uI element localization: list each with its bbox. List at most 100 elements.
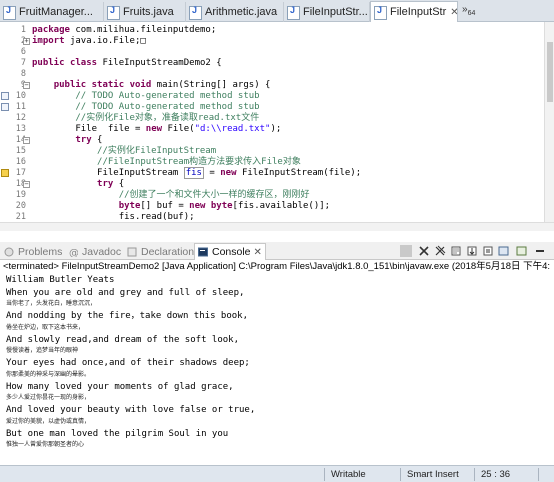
console-icon	[198, 247, 208, 257]
collapse-fold-icon[interactable]: −	[23, 82, 30, 89]
display-console-icon[interactable]	[498, 245, 510, 257]
code-line[interactable]: 8	[0, 69, 554, 80]
code-text: try {	[32, 179, 124, 190]
open-console-icon[interactable]	[516, 245, 528, 257]
code-line[interactable]: 14− try {	[0, 135, 554, 146]
code-token: {	[97, 135, 103, 145]
console-line: How many loved your moments of glad grac…	[6, 381, 234, 392]
line-number: 20	[15, 201, 26, 211]
editor-tab-fruits[interactable]: Fruits.java	[104, 2, 186, 22]
code-editor[interactable]: 1 package com.milihua.fileinputdemo;2+imp…	[0, 22, 554, 222]
editor-tab-arithmetic[interactable]: Arithmetic.java	[186, 2, 284, 22]
expand-fold-icon[interactable]: +	[23, 38, 30, 45]
code-token: import	[32, 36, 70, 46]
remove-all-terminated-icon[interactable]	[434, 245, 446, 257]
code-token: class	[69, 58, 103, 68]
tabs-overflow-button[interactable]: »64	[462, 4, 475, 17]
code-line[interactable]: 18− try {	[0, 179, 554, 190]
code-line[interactable]: 15 //实例化FileInputStream	[0, 146, 554, 157]
code-token: //实例化FileInputStream	[97, 146, 217, 156]
line-number: 10	[15, 91, 26, 101]
close-icon[interactable]: ✕	[450, 7, 457, 18]
minimize-icon[interactable]	[534, 245, 546, 257]
code-text: //实例化FileInputStream	[32, 146, 216, 157]
views-tab-bar: Problems @ Javadoc Declaration Console ✕	[0, 242, 554, 260]
scroll-lock-icon[interactable]	[466, 245, 478, 257]
editor-vertical-scrollbar[interactable]	[544, 22, 554, 222]
code-token: //创建了一个和文件大小一样的缓存区，刚刚好	[118, 190, 310, 200]
console-header: <terminated> FileInputStreamDemo2 [Java …	[3, 261, 551, 272]
code-token: FileInputStreamDemo2 {	[102, 58, 222, 68]
code-line[interactable]: 11 // TODO Auto-generated method stub	[0, 102, 554, 113]
code-token: void	[129, 80, 157, 90]
scrollbar-thumb[interactable]	[547, 42, 553, 102]
code-token: byte	[118, 201, 141, 211]
code-token: new	[145, 124, 168, 134]
code-line[interactable]: 16 //FileInputStream构造方法要求传入File对象	[0, 157, 554, 168]
declaration-icon	[127, 247, 137, 256]
editor-tab-fileinputstream-1[interactable]: FileInputStr...	[284, 2, 370, 22]
code-token: byte	[210, 201, 233, 211]
code-line[interactable]: 6	[0, 47, 554, 58]
console-output[interactable]: William Butler Yeats When you are old and…	[0, 273, 554, 465]
java-file-icon	[287, 5, 300, 20]
code-line[interactable]: 17 FileInputStream fis = new FileInputSt…	[0, 167, 554, 179]
line-number: 13	[15, 124, 26, 134]
pin-console-icon[interactable]	[482, 245, 494, 257]
code-token: static	[91, 80, 130, 90]
collapse-fold-icon[interactable]: −	[23, 137, 30, 144]
editor-tab-label: Arithmetic.java	[205, 6, 278, 18]
code-line[interactable]: 21 fis.read(buf);	[0, 212, 554, 222]
console-line: When you are old and grey and full of sl…	[6, 287, 245, 298]
editor-tab-fileinputstream-active[interactable]: FileInputStr ✕	[370, 1, 458, 22]
code-text: import java.io.File;□	[32, 36, 146, 47]
editor-horizontal-scrollbar[interactable]	[0, 222, 554, 231]
code-token: "d:\\read.txt"	[194, 124, 271, 134]
code-text: public static void main(String[] args) {	[32, 80, 271, 91]
code-text: File file = new File("d:\\read.txt");	[32, 124, 281, 135]
java-file-icon	[189, 5, 202, 20]
terminate-icon[interactable]	[400, 245, 412, 257]
code-line[interactable]: 13 File file = new File("d:\\read.txt");	[0, 124, 554, 135]
tab-console[interactable]: Console ✕	[194, 243, 266, 260]
code-line[interactable]: 19 //创建了一个和文件大小一样的缓存区，刚刚好	[0, 190, 554, 201]
code-line[interactable]: 9− public static void main(String[] args…	[0, 80, 554, 91]
tab-declaration[interactable]: Declaration	[127, 243, 194, 260]
remove-launch-icon[interactable]	[418, 245, 430, 257]
code-line[interactable]: 7 public class FileInputStreamDemo2 {	[0, 58, 554, 69]
code-token: File(	[167, 124, 195, 134]
code-line[interactable]: 10 // TODO Auto-generated method stub	[0, 91, 554, 102]
code-line[interactable]: 12 //实例化File对象，准备读取read.txt文件	[0, 113, 554, 124]
code-token: new	[220, 168, 242, 178]
code-text: fis.read(buf);	[32, 212, 195, 222]
console-line: William Butler Yeats	[6, 275, 115, 285]
code-token: java.io.File;	[69, 36, 141, 46]
clear-console-icon[interactable]	[450, 245, 462, 257]
line-number: 21	[15, 212, 26, 222]
editor-tab-fruitmanager[interactable]: FruitManager...	[0, 2, 104, 22]
code-text: try {	[32, 135, 102, 146]
line-number: 6	[20, 47, 26, 57]
code-token: //FileInputStream构造方法要求传入File对象	[97, 157, 301, 167]
status-extra	[538, 468, 554, 481]
javadoc-icon: @	[69, 248, 78, 257]
status-insert-mode: Smart Insert	[400, 468, 474, 481]
close-icon[interactable]: ✕	[254, 247, 262, 258]
code-line[interactable]: 2+import java.io.File;□	[0, 36, 554, 47]
code-line[interactable]: 20 byte[] buf = new byte[fis.available()…	[0, 201, 554, 212]
code-text: //实例化File对象，准备读取read.txt文件	[32, 113, 259, 124]
tab-problems[interactable]: Problems	[4, 243, 62, 260]
tab-javadoc[interactable]: @ Javadoc	[68, 243, 121, 260]
code-token: fis	[183, 167, 204, 179]
collapse-fold-icon[interactable]: −	[23, 181, 30, 188]
java-file-icon	[107, 5, 120, 20]
code-line[interactable]: 1 package com.milihua.fileinputdemo;	[0, 25, 554, 36]
console-translation-line: 你那柔美的神采与深幽的晕影。	[6, 370, 91, 378]
